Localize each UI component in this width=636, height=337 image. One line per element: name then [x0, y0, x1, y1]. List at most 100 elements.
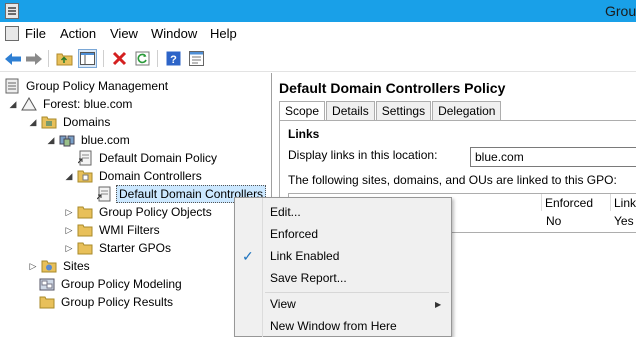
up-folder-icon[interactable]: [55, 49, 74, 68]
location-dropdown[interactable]: blue.com: [470, 147, 636, 167]
column-header-enforced[interactable]: Enforced: [545, 196, 593, 210]
tree-node-domains[interactable]: ◢ Domains: [28, 113, 112, 131]
menu-item-new-window-label: New Window from Here: [270, 319, 397, 333]
back-icon[interactable]: [3, 49, 22, 68]
tree-node-domain-controllers[interactable]: ◢ Domain Controllers: [64, 167, 204, 185]
tree-label-domain: blue.com: [81, 133, 130, 147]
links-heading: Links: [288, 127, 320, 141]
linked-locations-label: The following sites, domains, and OUs ar…: [288, 173, 617, 187]
menu-item-enforced-label: Enforced: [270, 227, 319, 241]
domain-icon: [59, 132, 75, 148]
tree-node-default-domain-policy[interactable]: Default Domain Policy: [77, 149, 219, 167]
tree-node-starter-gpos[interactable]: ▷ Starter GPOs: [64, 239, 173, 257]
menu-item-edit[interactable]: Edit...: [235, 201, 451, 223]
collapse-arrow-icon[interactable]: ◢: [64, 171, 74, 181]
toolbar-separator: [103, 50, 104, 67]
toolbar-separator: [48, 50, 49, 67]
tree-label-modeling: Group Policy Modeling: [61, 277, 182, 291]
system-menu-icon[interactable]: [5, 26, 19, 41]
tree-node-domain[interactable]: ◢ blue.com: [46, 131, 132, 149]
menu-item-save-report[interactable]: Save Report...: [235, 267, 451, 289]
sites-icon: [41, 258, 57, 274]
cell-link-enabled: Yes: [614, 214, 634, 228]
tree-label-default-domain-policy: Default Domain Policy: [99, 151, 218, 165]
column-header-link[interactable]: Link: [614, 196, 636, 210]
tree-node-forest[interactable]: ◢ Forest: blue.com: [8, 95, 134, 113]
expand-arrow-icon[interactable]: ▷: [28, 261, 38, 271]
menu-item-link-enabled[interactable]: ✓ Link Enabled: [235, 245, 451, 267]
results-folder-icon: [39, 294, 55, 310]
app-icon: [5, 3, 19, 19]
menu-item-view-label: View: [270, 297, 296, 311]
menu-help[interactable]: Help: [210, 26, 237, 41]
gpo-link-icon: [96, 186, 112, 202]
tree-label-results: Group Policy Results: [61, 295, 174, 309]
help-icon[interactable]: ?: [164, 49, 183, 68]
forest-icon: [21, 96, 37, 112]
delete-icon[interactable]: [110, 49, 129, 68]
tree-node-root[interactable]: Group Policy Management: [4, 77, 170, 95]
group-policy-management-icon: [4, 78, 20, 94]
menu-file[interactable]: File: [25, 26, 46, 41]
tree-label-domains: Domains: [63, 115, 111, 129]
collapse-arrow-icon[interactable]: ◢: [46, 135, 56, 145]
tab-scope[interactable]: Scope: [279, 101, 326, 121]
menu-item-enforced[interactable]: Enforced: [235, 223, 451, 245]
show-hide-tree-icon[interactable]: [78, 49, 97, 68]
svg-text:?: ?: [170, 54, 177, 66]
ou-folder-icon: [77, 168, 93, 184]
tree-node-wmi-filters[interactable]: ▷ WMI Filters: [64, 221, 162, 239]
tree-label-forest: Forest: blue.com: [43, 97, 133, 111]
tree-node-sites[interactable]: ▷ Sites: [28, 257, 92, 275]
tree-node-results[interactable]: Group Policy Results: [39, 293, 175, 311]
properties-icon[interactable]: [187, 49, 206, 68]
menu-item-view[interactable]: View ▶: [235, 293, 451, 315]
expand-arrow-icon[interactable]: ▷: [64, 225, 74, 235]
menu-item-new-window[interactable]: New Window from Here: [235, 315, 451, 337]
column-divider: [610, 194, 611, 211]
submenu-arrow-icon: ▶: [435, 299, 442, 309]
console-tree: Group Policy Management ◢ Forest: blue.c…: [0, 73, 272, 337]
collapse-arrow-icon[interactable]: ◢: [28, 117, 38, 127]
gpo-link-icon: [77, 150, 93, 166]
refresh-icon[interactable]: [133, 49, 152, 68]
starter-gpo-folder-icon: [77, 240, 93, 256]
menu-window[interactable]: Window: [151, 26, 197, 41]
tab-delegation[interactable]: Delegation: [432, 101, 502, 120]
tree-node-gpo[interactable]: ▷ Group Policy Objects: [64, 203, 214, 221]
cell-enforced: No: [546, 214, 562, 228]
forward-icon[interactable]: [24, 49, 43, 68]
tree-label-sites: Sites: [63, 259, 90, 273]
menu-item-link-enabled-label: Link Enabled: [270, 249, 340, 263]
menu-item-edit-label: Edit...: [270, 205, 301, 219]
wmi-folder-icon: [77, 222, 93, 238]
tree-label-root: Group Policy Management: [26, 79, 169, 93]
window-title: Grou: [605, 3, 636, 19]
context-menu: Edit... Enforced ✓ Link Enabled Save Rep…: [234, 197, 452, 337]
modeling-icon: [39, 276, 55, 292]
tab-settings[interactable]: Settings: [375, 101, 432, 120]
tree-label-gpo: Group Policy Objects: [99, 205, 212, 219]
column-divider: [541, 194, 542, 211]
tree-label-domain-controllers: Domain Controllers: [99, 169, 202, 183]
expand-arrow-icon[interactable]: ▷: [64, 243, 74, 253]
checkmark-icon: ✓: [242, 247, 254, 264]
menu-bar: File Action View Window Help: [0, 22, 636, 45]
domains-folder-icon: [41, 114, 57, 130]
display-links-label: Display links in this location:: [288, 148, 438, 162]
tab-strip: Scope Details Settings Delegation: [279, 101, 502, 121]
gpo-title: Default Domain Controllers Policy: [279, 80, 506, 96]
tree-label-wmi-filters: WMI Filters: [99, 223, 160, 237]
menu-item-save-report-label: Save Report...: [270, 271, 347, 285]
collapse-arrow-icon[interactable]: ◢: [8, 99, 18, 109]
expand-arrow-icon[interactable]: ▷: [64, 207, 74, 217]
menu-view[interactable]: View: [110, 26, 138, 41]
tree-label-starter-gpos: Starter GPOs: [99, 241, 172, 255]
toolbar-separator: [157, 50, 158, 67]
toolbar: ?: [0, 45, 636, 72]
tree-node-modeling[interactable]: Group Policy Modeling: [39, 275, 184, 293]
gpo-folder-icon: [77, 204, 93, 220]
menu-action[interactable]: Action: [60, 26, 96, 41]
tab-details[interactable]: Details: [326, 101, 375, 120]
title-bar: Grou: [0, 0, 636, 22]
